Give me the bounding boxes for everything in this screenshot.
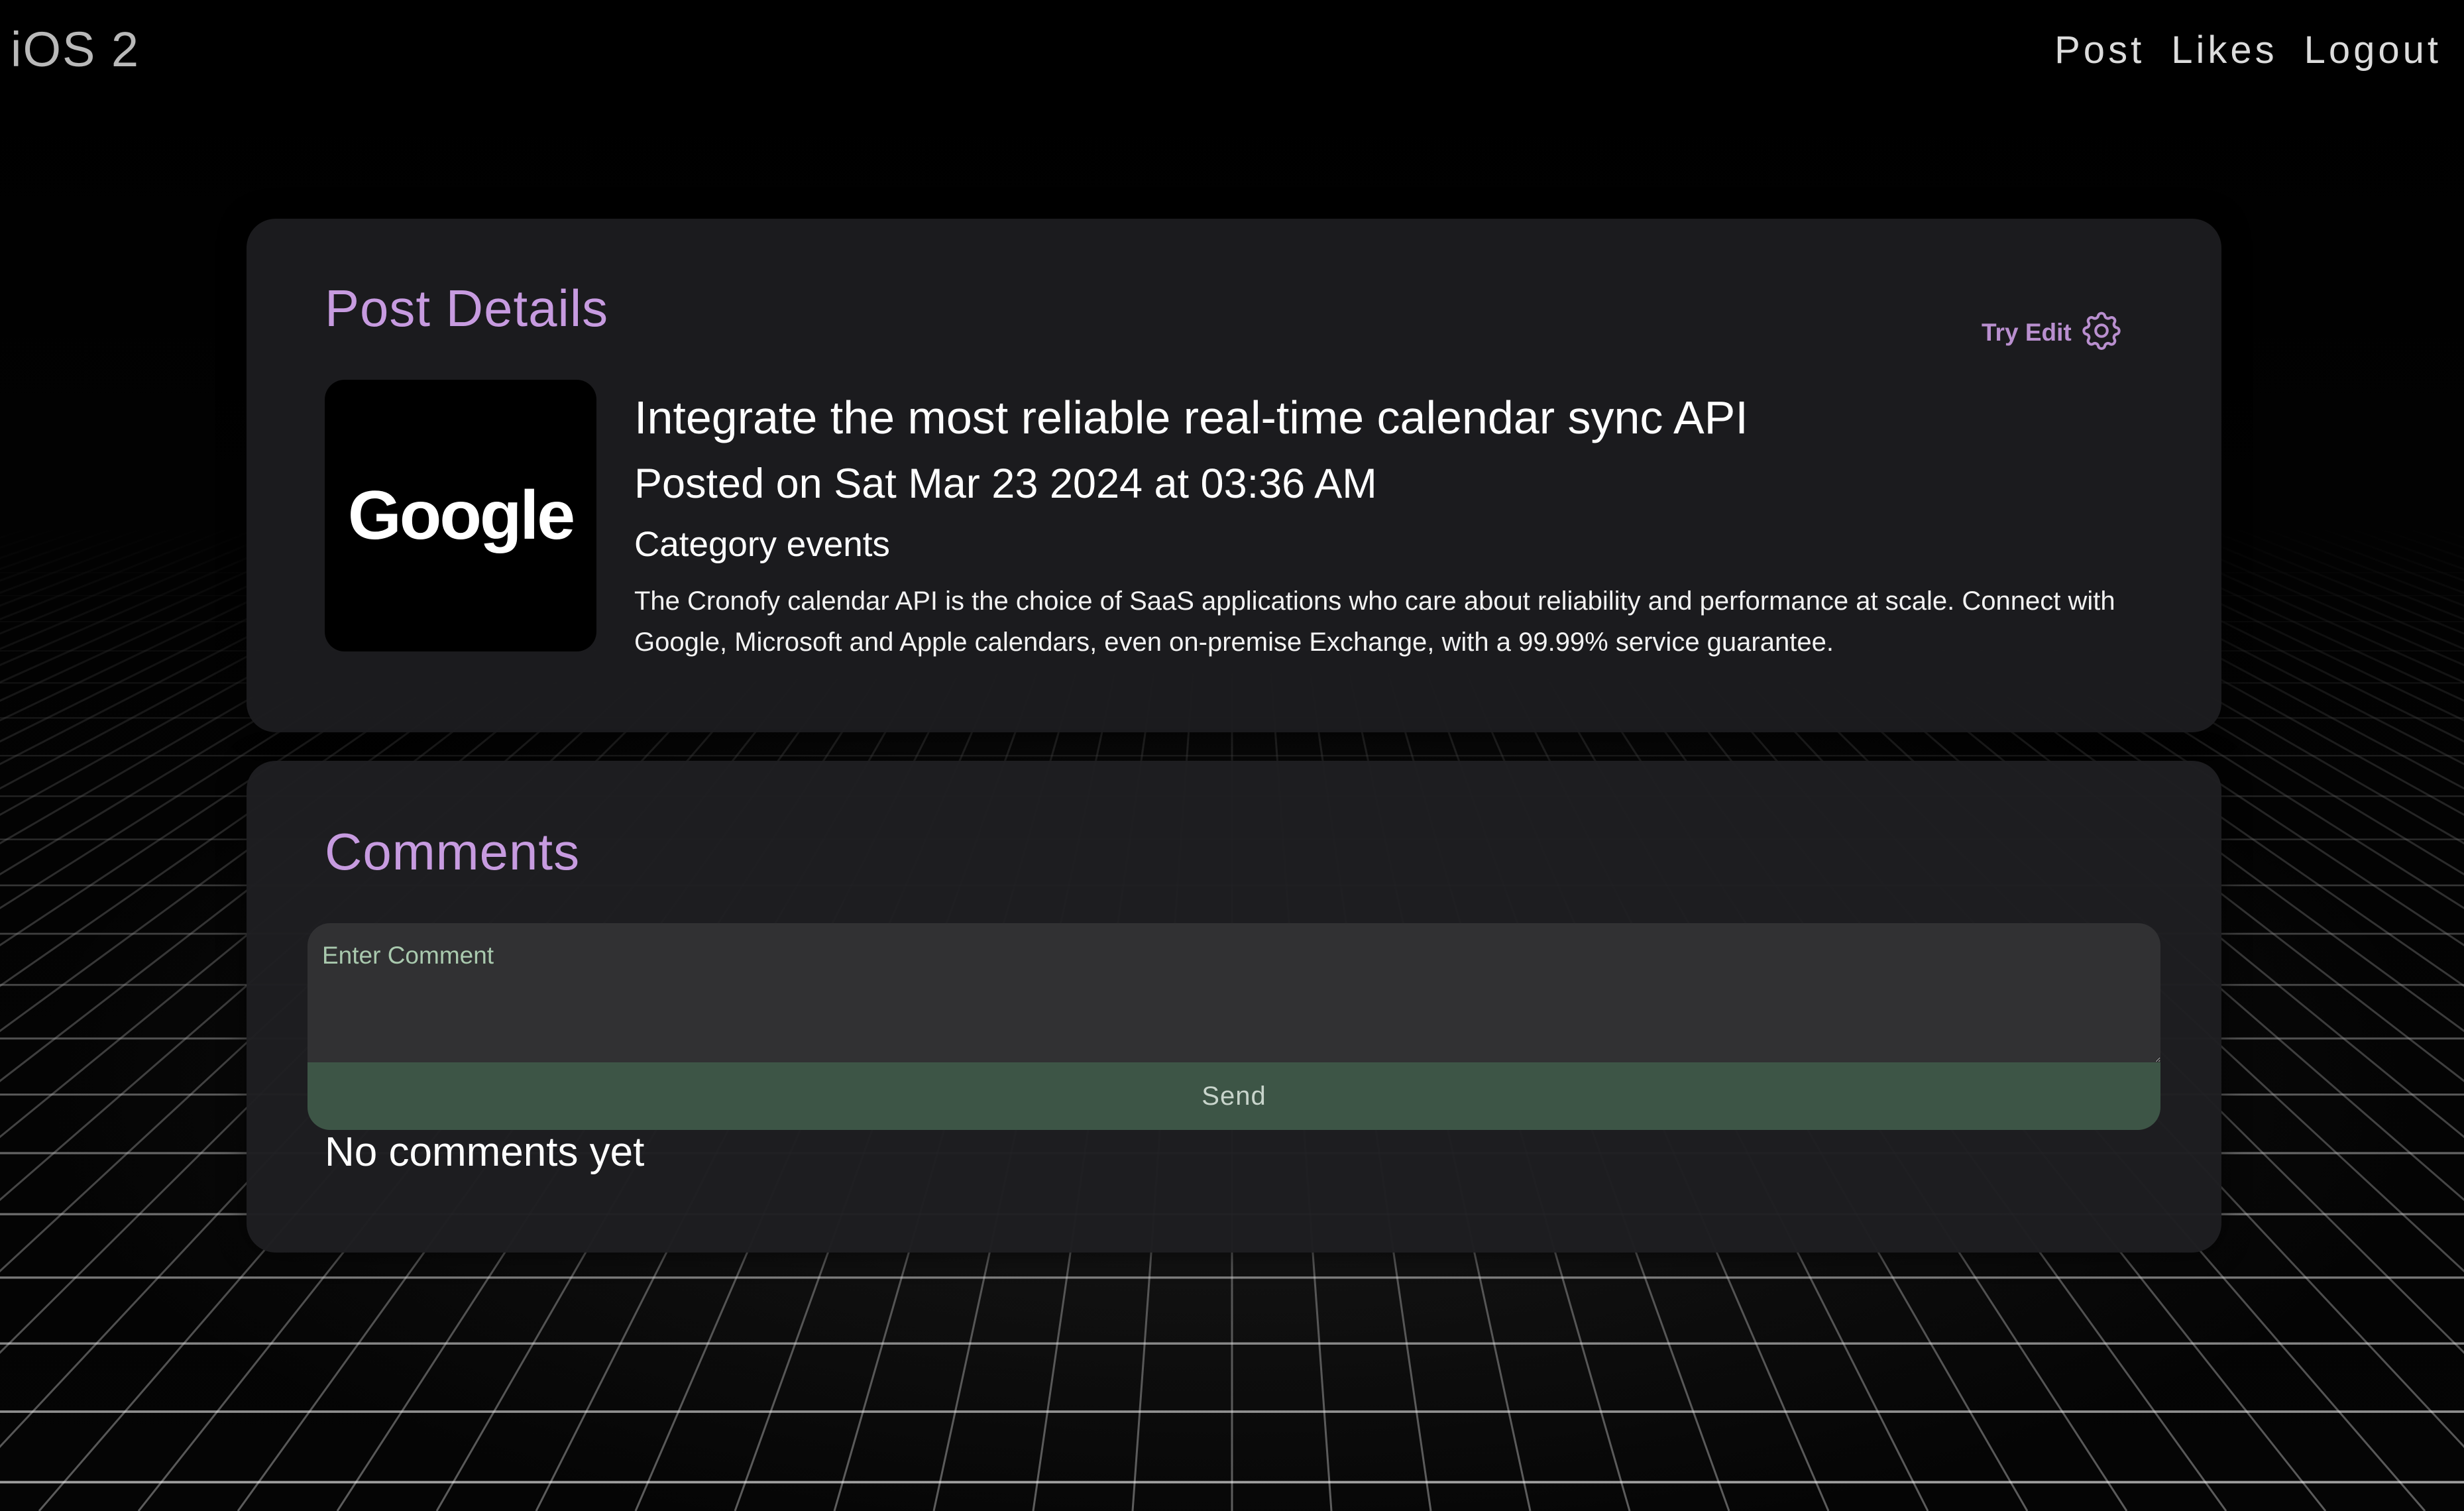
try-edit-button[interactable]: Try Edit [1982,308,2125,357]
comments-heading: Comments [325,822,581,881]
post-date: Posted on Sat Mar 23 2024 at 03:36 AM [634,461,1377,507]
post-thumbnail: Google [325,380,596,651]
nav-logout-link[interactable]: Logout [2304,28,2441,72]
post-details-heading: Post Details [325,279,609,337]
comment-form: Send [308,923,2160,1130]
nav-post-link[interactable]: Post [2054,28,2145,72]
app-brand[interactable]: iOS 2 [11,21,140,78]
comment-input[interactable] [308,923,2160,1062]
comments-card: Comments Send No comments yet [247,761,2221,1253]
top-navigation-bar: iOS 2 Post Likes Logout [0,0,2464,106]
empty-comments-message: No comments yet [325,1129,645,1175]
main-nav: Post Likes Logout [2054,28,2441,72]
post-description: The Cronofy calendar API is the choice o… [634,587,2115,657]
try-edit-label: Try Edit [1982,318,2072,346]
nav-likes-link[interactable]: Likes [2171,28,2277,72]
post-title: Integrate the most reliable real-time ca… [634,392,1748,443]
post-info: Integrate the most reliable real-time ca… [634,384,2165,663]
send-button[interactable]: Send [308,1062,2160,1130]
google-logo: Google [347,476,575,554]
post-details-card: Post Details Try Edit Google Integrate t… [247,219,2221,732]
post-category: Category events [634,525,890,564]
gear-icon [2078,308,2125,357]
